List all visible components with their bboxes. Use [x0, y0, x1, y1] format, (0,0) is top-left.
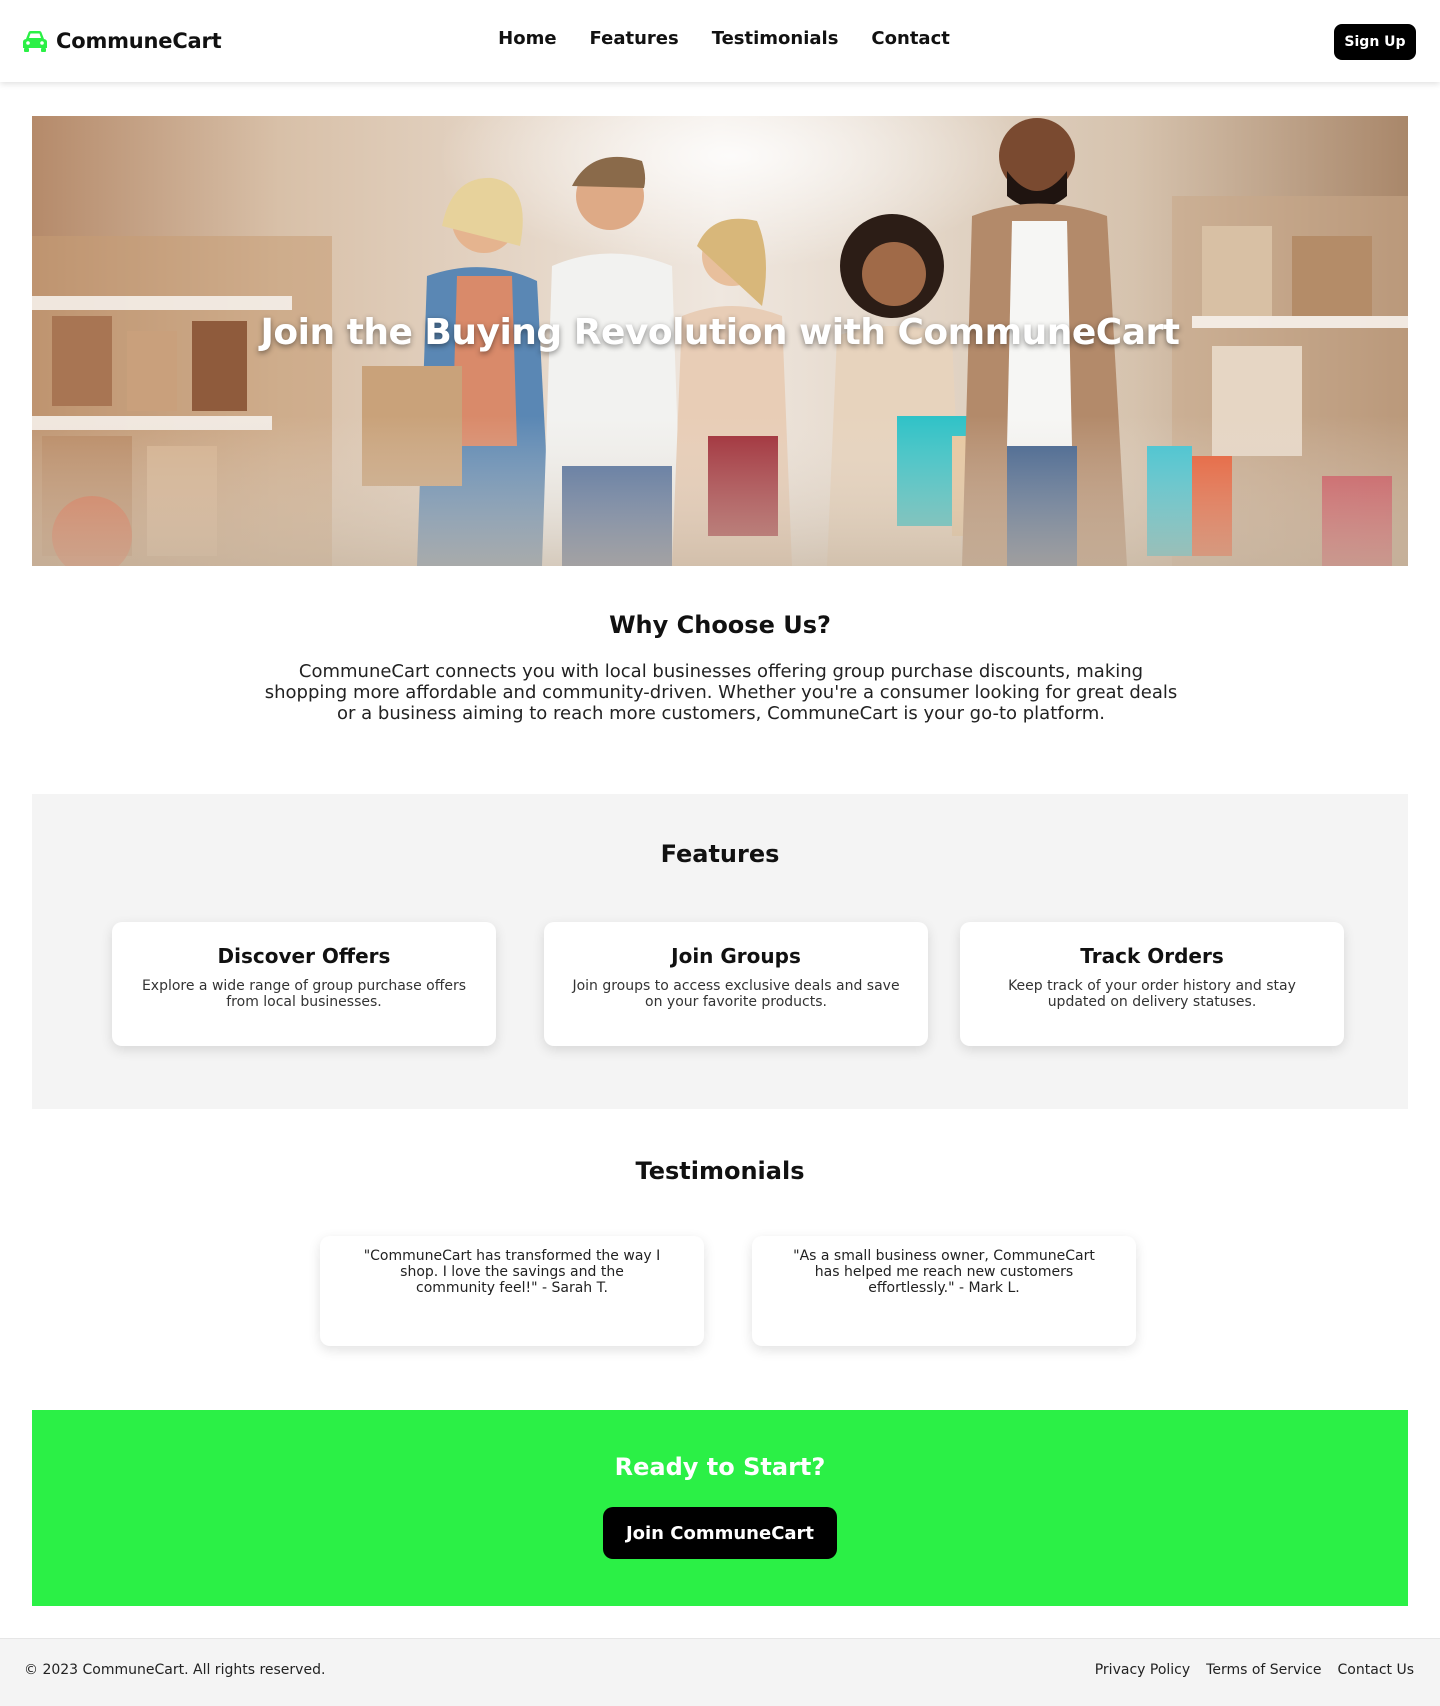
- footer-link-contact-us[interactable]: Contact Us: [1338, 1662, 1414, 1678]
- site-footer: © 2023 CommuneCart. All rights reserved.…: [0, 1638, 1440, 1706]
- why-choose-us-text: CommuneCart connects you with local busi…: [264, 661, 1178, 724]
- feature-card-text: Join groups to access exclusive deals an…: [572, 978, 900, 1010]
- sign-up-button[interactable]: Sign Up: [1334, 24, 1416, 60]
- footer-link-privacy-policy[interactable]: Privacy Policy: [1095, 1662, 1190, 1678]
- join-communecart-button[interactable]: Join CommuneCart: [603, 1507, 837, 1559]
- site-header: CommuneCart Home Features Testimonials C…: [0, 0, 1440, 82]
- nav-home[interactable]: Home: [498, 28, 556, 49]
- why-choose-us-heading: Why Choose Us?: [609, 611, 831, 639]
- footer-links: Privacy Policy Terms of Service Contact …: [1095, 1662, 1414, 1678]
- feature-card-title: Track Orders: [1080, 944, 1224, 968]
- nav-features[interactable]: Features: [590, 28, 679, 49]
- feature-card-title: Join Groups: [671, 944, 801, 968]
- hero-banner: Join the Buying Revolution with CommuneC…: [32, 116, 1408, 566]
- nav-testimonials[interactable]: Testimonials: [712, 28, 839, 49]
- cta-section: Ready to Start? Join CommuneCart: [32, 1410, 1408, 1606]
- features-heading: Features: [660, 840, 780, 868]
- cta-heading: Ready to Start?: [614, 1453, 826, 1481]
- main-nav: Home Features Testimonials Contact: [0, 28, 1440, 49]
- feature-card-text: Explore a wide range of group purchase o…: [141, 978, 467, 1010]
- testimonial-card: "CommuneCart has transformed the way I s…: [320, 1236, 704, 1346]
- testimonials-heading: Testimonials: [635, 1157, 805, 1185]
- feature-card-title: Discover Offers: [217, 944, 391, 968]
- feature-card-join-groups: Join Groups Join groups to access exclus…: [544, 922, 928, 1046]
- testimonial-card: "As a small business owner, CommuneCart …: [752, 1236, 1136, 1346]
- feature-card-track-orders: Track Orders Keep track of your order hi…: [960, 922, 1344, 1046]
- feature-card-text: Keep track of your order history and sta…: [1008, 978, 1296, 1010]
- nav-contact[interactable]: Contact: [871, 28, 949, 49]
- copyright-text: © 2023 CommuneCart. All rights reserved.: [24, 1662, 326, 1678]
- footer-link-terms-of-service[interactable]: Terms of Service: [1206, 1662, 1321, 1678]
- feature-card-discover-offers: Discover Offers Explore a wide range of …: [112, 922, 496, 1046]
- features-section: Features Discover Offers Explore a wide …: [32, 794, 1408, 1109]
- hero-title: Join the Buying Revolution with CommuneC…: [260, 312, 1180, 353]
